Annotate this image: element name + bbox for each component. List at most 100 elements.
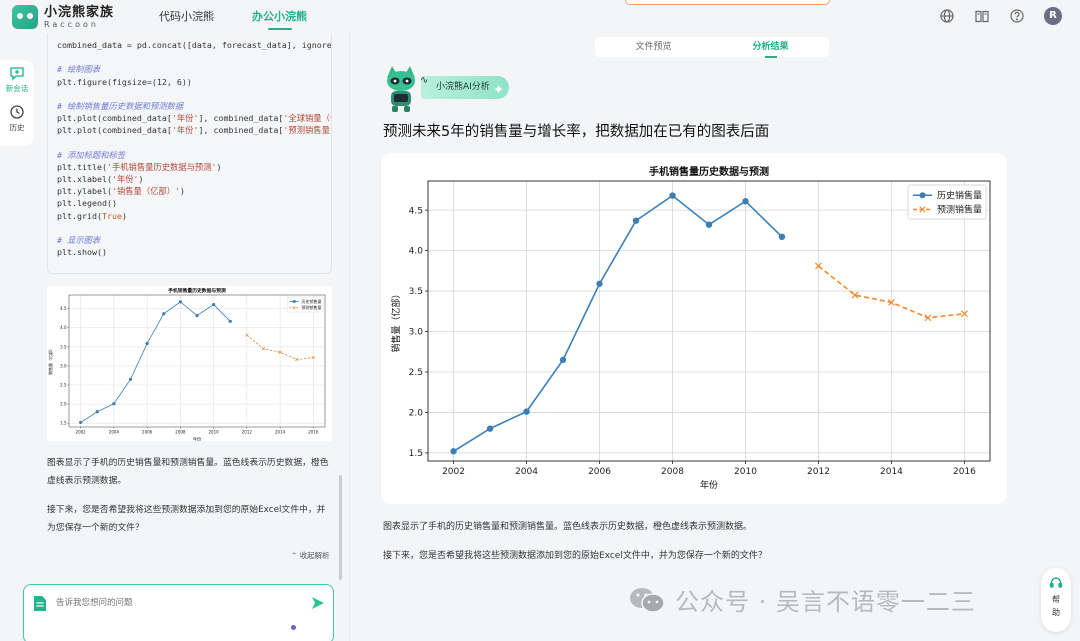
history-data-point bbox=[228, 319, 232, 323]
y-tick-label: 4.5 bbox=[409, 206, 423, 216]
history-data-point bbox=[705, 221, 713, 228]
logo-text: 小浣熊家族 Raccoon bbox=[44, 6, 114, 29]
legend-marker bbox=[292, 300, 296, 303]
wechat-icon bbox=[630, 587, 665, 613]
history-data-point bbox=[486, 425, 494, 432]
legend-marker bbox=[919, 192, 926, 199]
raccoon-mascot-icon bbox=[387, 66, 415, 112]
result-paragraph-1: 图表显示了手机的历史销售量和预测销售量。蓝色线表示历史数据，橙色虚线表示预测数据… bbox=[383, 522, 753, 532]
code-line: plt.legend() bbox=[57, 198, 117, 209]
x-tick-label: 2012 bbox=[242, 430, 253, 435]
x-tick-label: 2004 bbox=[515, 467, 538, 477]
globe-icon[interactable] bbox=[939, 8, 955, 24]
code-line: plt.plot(combined_data['年份'], combined_d… bbox=[57, 125, 331, 136]
code-line: plt.title('手机销售量历史数据与预测') bbox=[57, 161, 222, 172]
top-icons: R bbox=[920, 7, 1062, 25]
chat-input[interactable] bbox=[56, 596, 296, 610]
history-data-point bbox=[450, 448, 457, 455]
x-tick-label: 2016 bbox=[308, 430, 319, 435]
left-scrollbar[interactable] bbox=[339, 475, 342, 580]
y-axis-label: 销售量（亿部） bbox=[390, 289, 402, 352]
top-banner-edge bbox=[625, 0, 830, 5]
new-chat-icon bbox=[10, 67, 24, 81]
send-icon[interactable] bbox=[310, 595, 326, 611]
logo-title: 小浣熊家族 bbox=[44, 4, 115, 20]
x-axis-label: 年份 bbox=[193, 436, 201, 442]
x-axis-label: 年份 bbox=[700, 479, 718, 491]
user-avatar[interactable]: R bbox=[1044, 7, 1062, 25]
history-data-point bbox=[742, 198, 749, 205]
rail-history-label: 历史 bbox=[9, 123, 25, 132]
forecast-data-point bbox=[261, 347, 266, 351]
code-line: combined_data = pd.concat([data, forecas… bbox=[57, 40, 332, 50]
y-tick-label: 4.0 bbox=[60, 325, 67, 330]
chart-thumbnail[interactable]: 2002 2004 2006 2008 2010 2012 2014 2016 1.5 2.0 2.… bbox=[47, 286, 332, 442]
x-tick-label: 2008 bbox=[175, 430, 186, 435]
collapse-analysis-label: 收起解析 bbox=[299, 551, 330, 560]
history-icon bbox=[10, 105, 24, 119]
code-line: plt.grid(True) bbox=[57, 210, 127, 221]
code-line: # 绘制销售量历史数据和预测数据 bbox=[57, 100, 184, 111]
code-line: # 添加标题和标签 bbox=[57, 149, 126, 160]
sales-forecast-chart: 2002 2004 2006 2008 2010 2012 2014 2016 1.5 2.0 2.… bbox=[390, 165, 991, 491]
tab-analysis-result[interactable]: 分析结果 bbox=[712, 37, 829, 58]
history-data-point bbox=[195, 314, 199, 318]
history-data-point bbox=[559, 356, 567, 364]
legend-label: 历史销售量 bbox=[302, 298, 322, 304]
help-circle-icon[interactable] bbox=[1009, 8, 1025, 24]
conversation-panel: combined_data = pd.concat([data, forecas… bbox=[39, 34, 344, 641]
x-tick-label: 2004 bbox=[109, 430, 120, 435]
tab-file-preview[interactable]: 文件预览 bbox=[595, 37, 712, 57]
history-data-point bbox=[128, 377, 133, 381]
x-tick-label: 2014 bbox=[880, 467, 903, 477]
rail-new-chat-label: 新会话 bbox=[5, 84, 29, 93]
ai-badge-label: 小浣熊AI分析 bbox=[436, 82, 490, 92]
logo-subtitle: Raccoon bbox=[44, 19, 99, 29]
collapse-analysis-button[interactable]: ⌃ 收起解析 bbox=[291, 550, 330, 561]
rail-new-chat[interactable]: 新会话 bbox=[5, 65, 29, 94]
code-line: plt.ylabel('销售量（亿部）') bbox=[57, 186, 186, 197]
forecast-data-point bbox=[924, 314, 932, 322]
code-line: plt.show() bbox=[57, 247, 107, 258]
y-tick-label: 4.5 bbox=[60, 306, 67, 311]
history-data-point bbox=[145, 341, 149, 346]
x-tick-label: 2010 bbox=[734, 467, 757, 477]
y-tick-label: 2.0 bbox=[60, 402, 67, 407]
legend-label: 预测销售量 bbox=[937, 204, 982, 216]
nav-tab-office-raccoon[interactable]: 办公小浣熊 bbox=[233, 0, 326, 34]
code-block: combined_data = pd.concat([data, forecas… bbox=[47, 34, 332, 274]
main-nav: 代码小浣熊 办公小浣熊 bbox=[140, 0, 326, 34]
rail-history[interactable]: 历史 bbox=[9, 104, 25, 133]
book-icon[interactable] bbox=[974, 8, 990, 24]
panel-divider[interactable] bbox=[349, 34, 350, 641]
x-tick-label: 2014 bbox=[275, 430, 286, 435]
y-tick-label: 4.0 bbox=[409, 247, 424, 257]
y-tick-label: 3.5 bbox=[60, 344, 67, 349]
history-data-point bbox=[669, 192, 676, 199]
history-data-point bbox=[212, 302, 216, 307]
history-data-point bbox=[95, 410, 99, 414]
left-rail: 新会话 历史 bbox=[0, 60, 34, 146]
app-logo[interactable]: 小浣熊家族 Raccoon bbox=[12, 5, 114, 29]
document-icon[interactable] bbox=[33, 595, 47, 612]
help-label: 帮助 bbox=[1052, 595, 1060, 617]
y-tick-label: 3.5 bbox=[409, 287, 423, 297]
nav-tab-code-raccoon[interactable]: 代码小浣熊 bbox=[140, 0, 233, 34]
x-tick-label: 2012 bbox=[807, 467, 830, 477]
x-tick-label: 2002 bbox=[76, 430, 87, 435]
watermark-text: 公众号 · 吴言不语零一二三 bbox=[675, 588, 976, 616]
sparkle-icon: ✦ bbox=[493, 83, 504, 98]
code-line: # 绘制图表 bbox=[57, 64, 101, 75]
help-button[interactable]: 帮助 bbox=[1041, 568, 1071, 632]
code-line: # 显示图表 bbox=[57, 235, 101, 245]
history-data-point bbox=[523, 408, 530, 415]
chart-thumbnail-svg: 2002 2004 2006 2008 2010 2012 2014 2016 1.5 2.0 2.… bbox=[47, 287, 326, 442]
y-tick-label: 2.5 bbox=[409, 368, 423, 378]
user-question: 预测未来5年的销售量与增长率，把数据加在已有的图表后面 bbox=[383, 124, 770, 140]
y-tick-label: 1.5 bbox=[409, 449, 423, 459]
history-data-point bbox=[162, 312, 166, 316]
x-tick-label: 2016 bbox=[953, 467, 976, 477]
raccoon-logo-icon bbox=[12, 5, 38, 29]
